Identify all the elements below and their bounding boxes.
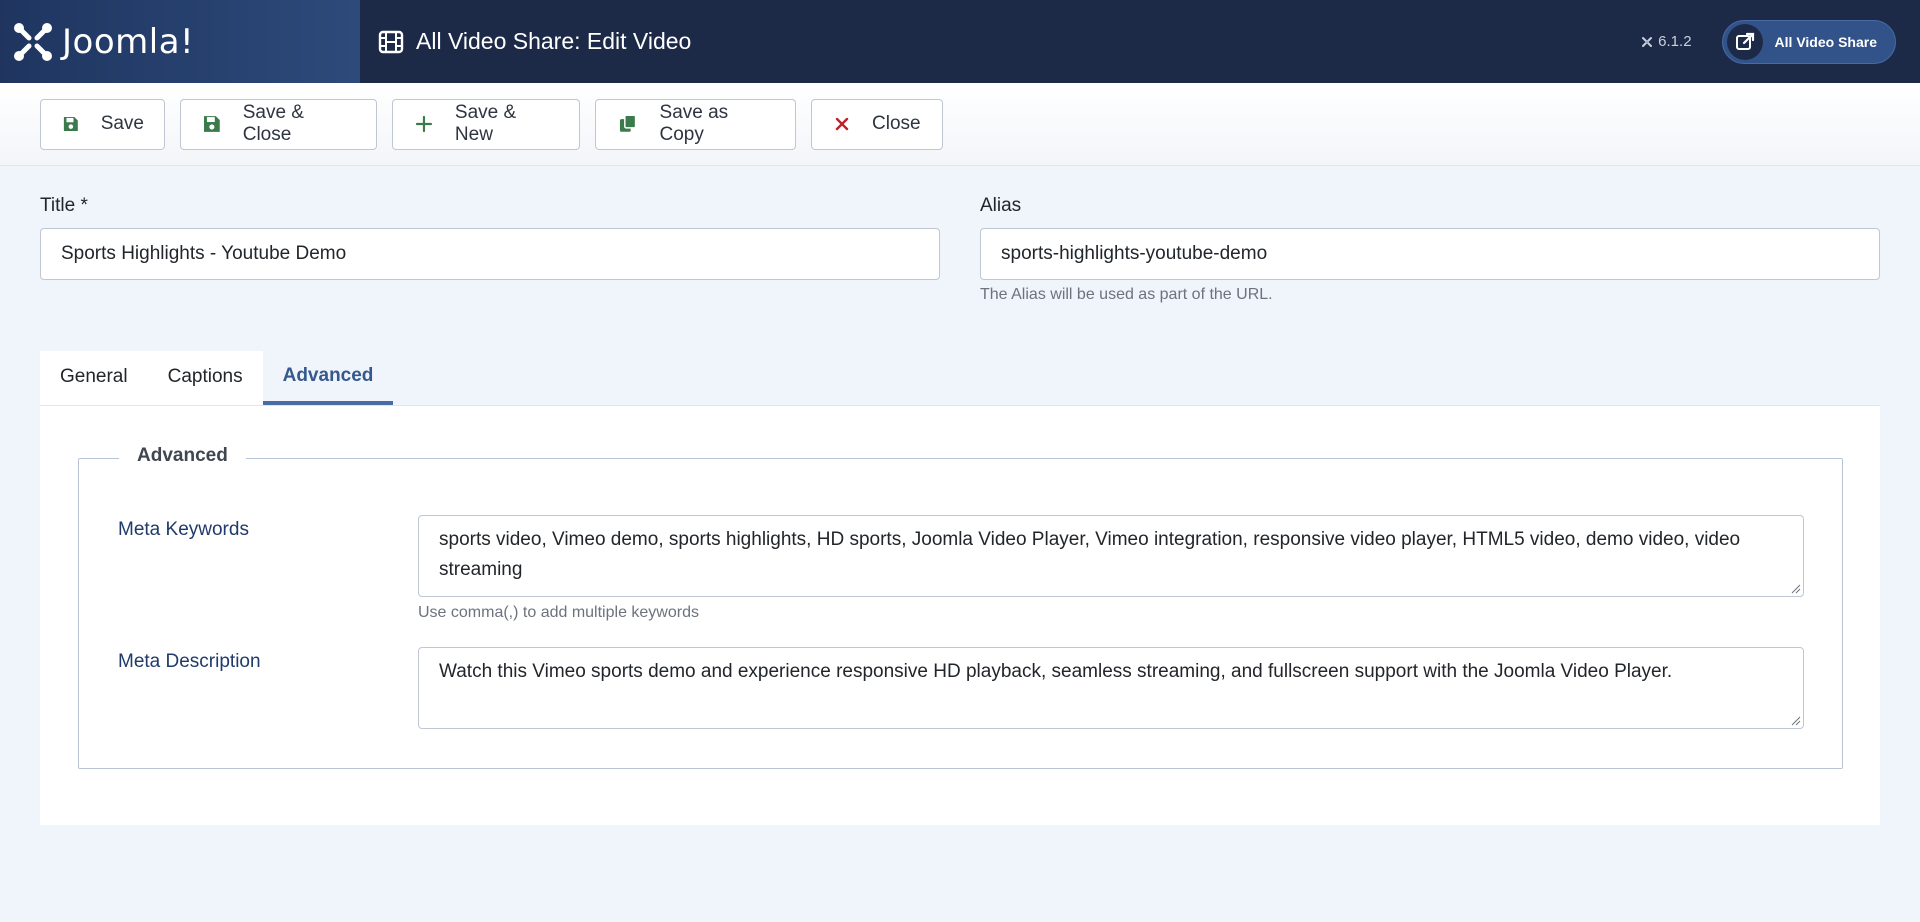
- fieldset-legend: Advanced: [119, 445, 246, 467]
- floppy-disk-icon: [203, 116, 220, 132]
- close-icon: [835, 117, 849, 131]
- save-new-label: Save & New: [454, 102, 517, 145]
- plus-icon: [415, 115, 433, 133]
- meta-keywords-help: Use comma(,) to add multiple keywords: [418, 604, 699, 621]
- advanced-fieldset: Advanced Meta Keywords sports video, Vim…: [78, 445, 1843, 769]
- joomla-brand[interactable]: Joomla!: [0, 0, 360, 83]
- meta-description-label: Meta Description: [118, 651, 261, 672]
- save-copy-label: Save as Copy: [659, 102, 729, 145]
- alias-help: The Alias will be used as part of the UR…: [980, 286, 1273, 303]
- action-toolbar: Save Save & Close Save & New Save as Cop…: [0, 83, 1920, 166]
- meta-description-value: Watch this Vimeo sports demo and experie…: [439, 661, 1673, 682]
- joomla-wordmark: Joomla!: [62, 21, 195, 62]
- close-label: Close: [872, 113, 921, 134]
- resize-grip-icon[interactable]: [1791, 716, 1801, 726]
- close-button[interactable]: Close: [811, 98, 943, 150]
- tab-advanced[interactable]: Advanced: [262, 351, 394, 405]
- title-label: Title *: [40, 195, 88, 216]
- film-icon: [378, 30, 404, 53]
- header-right: 6.1.2 All Video Share: [1640, 19, 1896, 64]
- top-header: Joomla! All Video Share: Edit Video 6.1.…: [0, 0, 1920, 83]
- save-new-button[interactable]: Save & New: [392, 98, 580, 150]
- joomla-logo-icon: [14, 22, 52, 61]
- save-button[interactable]: Save: [40, 98, 165, 150]
- meta-keywords-label: Meta Keywords: [118, 519, 249, 540]
- version-badge: 6.1.2: [1640, 33, 1692, 50]
- copy-icon: [619, 114, 637, 132]
- joomla-small-icon: [1642, 36, 1653, 47]
- alias-input[interactable]: sports-highlights-youtube-demo: [980, 228, 1880, 280]
- alias-label: Alias: [980, 195, 1022, 216]
- tab-captions[interactable]: Captions: [148, 351, 263, 405]
- meta-description-textarea[interactable]: Watch this Vimeo sports demo and experie…: [418, 647, 1804, 729]
- save-copy-button[interactable]: Save as Copy: [595, 98, 796, 150]
- tab-general[interactable]: General: [40, 351, 148, 405]
- version-text: 6.1.2: [1658, 33, 1692, 50]
- meta-keywords-textarea[interactable]: sports video, Vimeo demo, sports highlig…: [418, 515, 1804, 597]
- external-link-icon: [1726, 23, 1763, 60]
- title-input[interactable]: Sports Highlights - Youtube Demo: [40, 228, 940, 280]
- tab-bar: General Captions Advanced: [40, 351, 394, 405]
- floppy-disk-icon: [63, 117, 78, 131]
- save-close-button[interactable]: Save & Close: [180, 98, 377, 150]
- site-link-button[interactable]: All Video Share: [1721, 19, 1896, 64]
- advanced-panel: Advanced Meta Keywords sports video, Vim…: [40, 405, 1880, 825]
- save-close-label: Save & Close: [242, 102, 304, 145]
- resize-grip-icon[interactable]: [1791, 584, 1801, 594]
- page-title: All Video Share: Edit Video: [416, 28, 692, 54]
- site-button-label: All Video Share: [1774, 33, 1877, 50]
- page-title-group: All Video Share: Edit Video: [378, 28, 691, 55]
- save-label: Save: [100, 113, 144, 134]
- meta-keywords-value: sports video, Vimeo demo, sports highlig…: [439, 529, 1741, 580]
